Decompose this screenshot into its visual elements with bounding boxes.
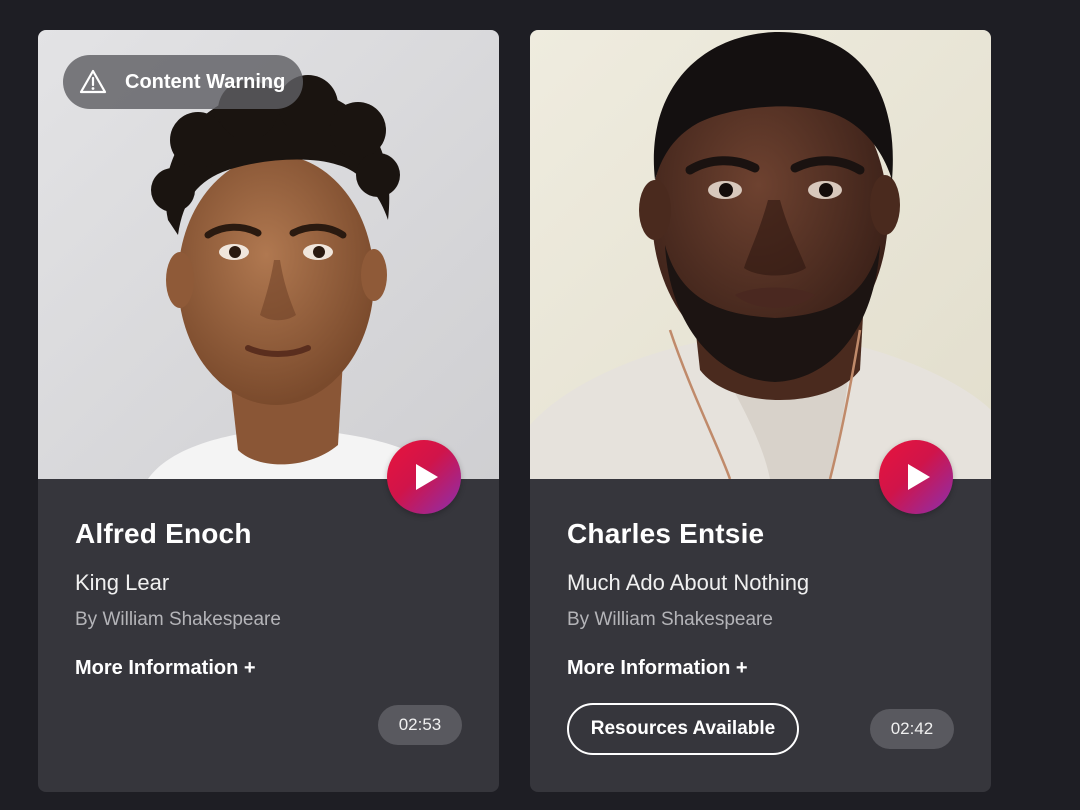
more-information-link[interactable]: More Information + — [567, 657, 748, 680]
play-button[interactable] — [387, 440, 461, 514]
performer-name: Alfred Enoch — [75, 518, 252, 549]
performer-name: Charles Entsie — [567, 518, 765, 549]
play-title: King Lear — [75, 570, 170, 595]
card-info: Charles Entsie Much Ado About Nothing By… — [567, 518, 961, 680]
content-warning-label: Content Warning — [125, 70, 286, 93]
more-information-link[interactable]: More Information + — [75, 657, 256, 680]
page: Content Warning Alfred Enoch King Lear B… — [0, 0, 1080, 810]
portrait-photo — [530, 30, 991, 479]
author-credit: By William Shakespeare — [567, 609, 773, 630]
performance-card-alfred-enoch[interactable]: Content Warning Alfred Enoch King Lear B… — [38, 30, 499, 792]
author-credit: By William Shakespeare — [75, 609, 281, 630]
play-icon — [415, 464, 438, 490]
content-warning-badge: Content Warning — [63, 55, 304, 109]
play-icon — [907, 464, 930, 490]
duration-badge: 02:53 — [378, 705, 462, 745]
warning-icon — [79, 69, 107, 94]
play-button[interactable] — [879, 440, 953, 514]
duration-badge: 02:42 — [870, 709, 954, 749]
play-title: Much Ado About Nothing — [567, 570, 810, 595]
performance-card-charles-entsie[interactable]: Charles Entsie Much Ado About Nothing By… — [530, 30, 991, 792]
resources-available-button[interactable]: Resources Available — [567, 703, 799, 755]
card-info: Alfred Enoch King Lear By William Shakes… — [75, 518, 469, 680]
